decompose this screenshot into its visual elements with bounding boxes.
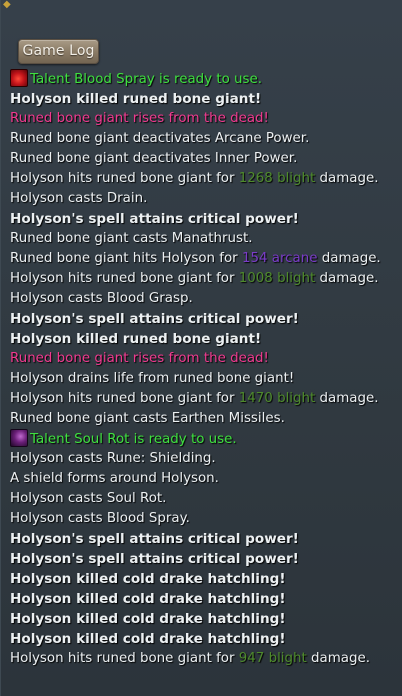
log-text: Runed bone giant deactivates Arcane Powe… [10, 131, 310, 146]
log-line: Holyson casts Soul Rot. [10, 489, 400, 509]
log-line: Holyson hits runed bone giant for 1470 b… [10, 389, 400, 409]
log-text: Runed bone giant rises from the dead! [10, 351, 269, 366]
log-text: Holyson casts Drain. [10, 191, 148, 206]
log-text: A shield forms around Holyson. [10, 471, 219, 486]
log-line: Runed bone giant rises from the dead! [10, 349, 400, 369]
log-text: Holyson hits runed bone giant for [10, 651, 239, 666]
log-text: Runed bone giant casts Manathrust. [10, 231, 253, 246]
log-line: Runed bone giant casts Earthen Missiles. [10, 409, 400, 429]
log-line: Holyson drains life from runed bone gian… [10, 369, 400, 389]
log-line: A shield forms around Holyson. [10, 469, 400, 489]
damage-blight: 1470 blight [238, 391, 316, 406]
log-text: damage. [315, 171, 379, 186]
log-line: Holyson killed runed bone giant! [10, 329, 400, 349]
log-line: Holyson hits runed bone giant for 947 bl… [10, 649, 400, 669]
game-log-tab[interactable]: Game Log [18, 39, 99, 64]
damage-blight: 947 blight [238, 651, 307, 666]
log-line: Runed bone giant deactivates Arcane Powe… [10, 129, 400, 149]
soul-rot-icon [10, 429, 28, 447]
log-text: Talent Blood Spray is ready to use. [30, 72, 263, 87]
log-line: Runed bone giant deactivates Inner Power… [10, 149, 400, 169]
log-line: Holyson's spell attains critical power! [10, 549, 400, 569]
log-line: Holyson killed runed bone giant! [10, 89, 400, 109]
log-text: Holyson hits runed bone giant for [10, 271, 239, 286]
log-text: Talent Soul Rot is ready to use. [30, 432, 237, 447]
log-text: Holyson casts Rune: Shielding. [10, 451, 216, 466]
log-line: Holyson casts Blood Spray. [10, 509, 400, 529]
log-line: Holyson hits runed bone giant for 1268 b… [10, 169, 400, 189]
log-line: Talent Blood Spray is ready to use. [10, 69, 400, 89]
log-text: Runed bone giant rises from the dead! [10, 111, 269, 126]
log-text: Runed bone giant hits Holyson for [10, 251, 242, 266]
log-line: Runed bone giant rises from the dead! [10, 109, 400, 129]
damage-blight: 1268 blight [238, 171, 316, 186]
log-line: Holyson casts Rune: Shielding. [10, 449, 400, 469]
log-text: Holyson drains life from runed bone gian… [10, 371, 295, 386]
game-log-list[interactable]: Talent Blood Spray is ready to use. Holys… [10, 69, 400, 669]
log-text: Holyson killed cold drake hatchling! [10, 591, 286, 607]
log-line: Holyson hits runed bone giant for 1008 b… [10, 269, 400, 289]
log-text: damage. [317, 251, 381, 266]
log-line: Holyson killed cold drake hatchling! [10, 589, 400, 609]
blood-spray-icon [10, 69, 28, 87]
log-line: Holyson killed cold drake hatchling! [10, 569, 400, 589]
log-text: Holyson hits runed bone giant for [10, 171, 239, 186]
log-line: Holyson's spell attains critical power! [10, 209, 400, 229]
log-text: Holyson casts Blood Grasp. [10, 291, 193, 306]
log-line: Holyson killed cold drake hatchling! [10, 629, 400, 649]
log-text: Runed bone giant deactivates Inner Power… [10, 151, 298, 166]
log-line: Runed bone giant casts Manathrust. [10, 229, 400, 249]
damage-blight: 1008 blight [238, 271, 316, 286]
log-text: Holyson casts Blood Spray. [10, 511, 190, 526]
log-line: Holyson casts Drain. [10, 189, 400, 209]
log-text: damage. [315, 391, 379, 406]
log-text: Holyson's spell attains critical power! [10, 311, 299, 327]
log-text: Runed bone giant casts Earthen Missiles. [10, 411, 285, 426]
log-text: Holyson killed cold drake hatchling! [10, 611, 286, 627]
game-log-panel: ◆ Game Log Talent Blood Spray is ready t… [0, 0, 402, 696]
log-text: Holyson killed runed bone giant! [10, 331, 262, 347]
log-line: Holyson casts Blood Grasp. [10, 289, 400, 309]
log-text: Holyson killed cold drake hatchling! [10, 631, 286, 647]
log-line: Holyson's spell attains critical power! [10, 309, 400, 329]
log-text: damage. [306, 651, 370, 666]
log-text: Holyson killed runed bone giant! [10, 91, 262, 107]
damage-arcane: 154 arcane [241, 251, 318, 266]
log-line: Runed bone giant hits Holyson for 154 ar… [10, 249, 400, 269]
log-text: Holyson casts Soul Rot. [10, 491, 167, 506]
log-text: Holyson hits runed bone giant for [10, 391, 239, 406]
log-text: damage. [315, 271, 379, 286]
log-text: Holyson killed cold drake hatchling! [10, 571, 286, 587]
log-text: Holyson's spell attains critical power! [10, 551, 299, 567]
log-line: Holyson killed cold drake hatchling! [10, 609, 400, 629]
log-text: Holyson's spell attains critical power! [10, 531, 299, 547]
log-line: Holyson's spell attains critical power! [10, 529, 400, 549]
corner-ornament-icon: ◆ [3, 0, 11, 10]
log-text: Holyson's spell attains critical power! [10, 211, 299, 227]
log-line: Talent Soul Rot is ready to use. [10, 429, 400, 449]
